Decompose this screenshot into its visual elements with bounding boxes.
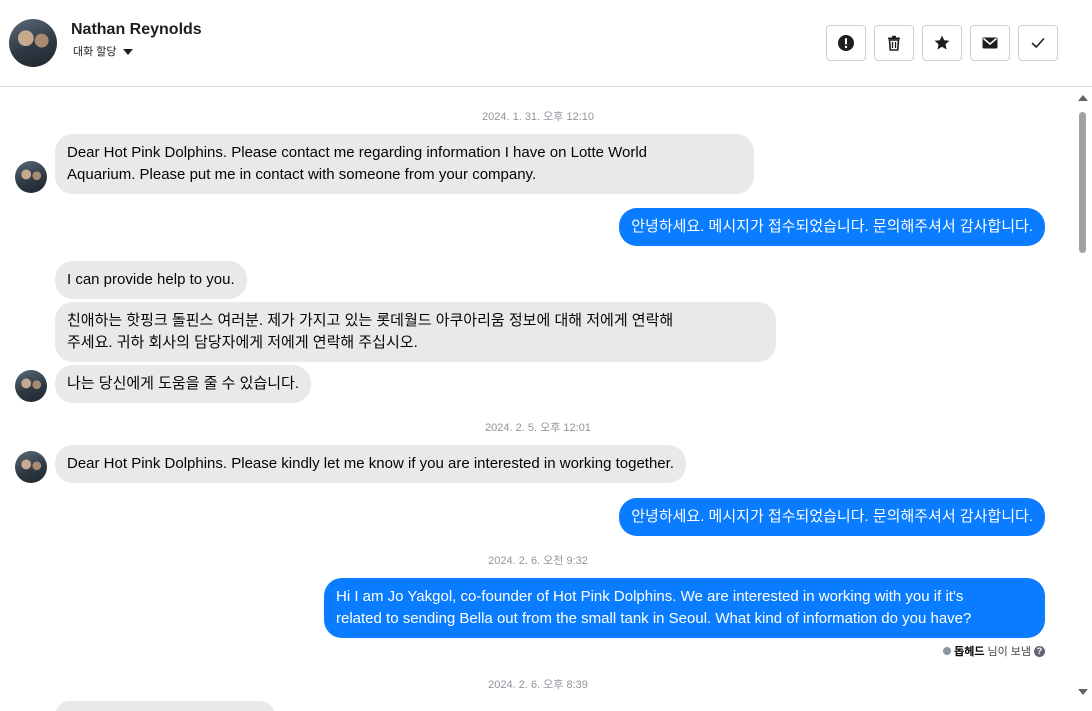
sender-avatar[interactable] — [15, 161, 47, 193]
sent-by-label: 돕헤드 님이 보냄 ? — [943, 643, 1045, 659]
incoming-message-partial[interactable] — [55, 701, 275, 711]
exclamation-icon — [838, 35, 854, 51]
trash-icon — [888, 35, 900, 51]
timestamp: 2024. 2. 5. 오후 12:01 — [485, 422, 591, 434]
report-button[interactable] — [826, 25, 866, 61]
mark-done-button[interactable] — [1018, 25, 1058, 61]
star-button[interactable] — [922, 25, 962, 61]
outgoing-message[interactable]: 안녕하세요. 메시지가 접수되었습니다. 문의해주셔서 감사합니다. — [619, 208, 1045, 246]
assign-label: 대화 할당 — [73, 46, 117, 58]
check-icon — [1031, 38, 1045, 48]
vertical-scrollbar[interactable] — [1076, 88, 1092, 711]
scroll-down-arrow-icon[interactable] — [1078, 689, 1088, 695]
timestamp: 2024. 1. 31. 오후 12:10 — [482, 111, 594, 123]
scrollbar-thumb[interactable] — [1079, 112, 1086, 253]
status-dot-icon — [943, 647, 952, 655]
caret-down-icon — [122, 48, 133, 55]
envelope-icon — [982, 37, 998, 49]
mark-unread-button[interactable] — [970, 25, 1010, 61]
sent-by-name: 돕헤드 — [954, 646, 985, 658]
star-icon — [934, 35, 950, 50]
scroll-up-arrow-icon[interactable] — [1078, 95, 1088, 101]
assign-conversation-dropdown[interactable]: 대화 할당 — [73, 43, 133, 59]
outgoing-message[interactable]: Hi I am Jo Yakgol, co-founder of Hot Pin… — [324, 578, 1045, 638]
sender-avatar[interactable] — [15, 370, 47, 402]
incoming-message[interactable]: 친애하는 핫핑크 돌핀스 여러분. 제가 가지고 있는 롯데월드 아쿠아리움 정… — [55, 302, 776, 362]
sender-avatar[interactable] — [15, 451, 47, 483]
help-icon[interactable]: ? — [1034, 645, 1045, 657]
incoming-message[interactable]: Dear Hot Pink Dolphins. Please contact m… — [55, 134, 754, 194]
sent-by-suffix: 님이 보냄 — [987, 646, 1031, 658]
outgoing-message[interactable]: 안녕하세요. 메시지가 접수되었습니다. 문의해주셔서 감사합니다. — [619, 498, 1045, 536]
header-actions — [826, 25, 1058, 61]
timestamp: 2024. 2. 6. 오전 9:32 — [488, 555, 588, 567]
message-thread: 2024. 1. 31. 오후 12:10 Dear Hot Pink Dolp… — [0, 88, 1076, 711]
conversation-header: Nathan Reynolds 대화 할당 — [0, 0, 1092, 87]
incoming-message[interactable]: Dear Hot Pink Dolphins. Please kindly le… — [55, 445, 686, 483]
contact-avatar[interactable] — [9, 19, 57, 67]
timestamp: 2024. 2. 6. 오후 8:39 — [488, 679, 588, 691]
delete-button[interactable] — [874, 25, 914, 61]
incoming-message[interactable]: I can provide help to you. — [55, 261, 247, 299]
contact-name[interactable]: Nathan Reynolds — [71, 21, 202, 39]
incoming-message[interactable]: 나는 당신에게 도움을 줄 수 있습니다. — [55, 365, 312, 403]
